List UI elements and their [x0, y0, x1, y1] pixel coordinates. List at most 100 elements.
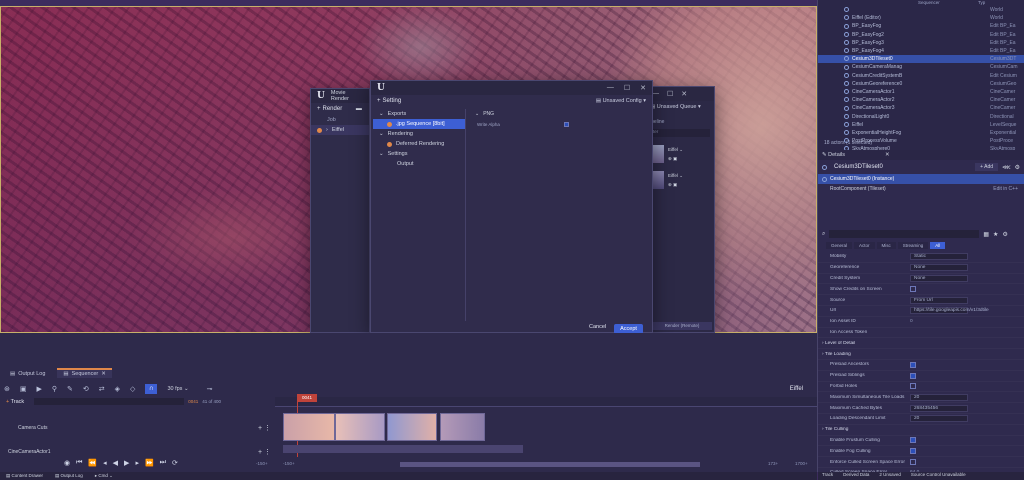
outliner-row[interactable]: World	[818, 6, 1024, 14]
job-expand-icon[interactable]: ›	[326, 127, 328, 133]
content-drawer-button[interactable]: ▤ Content Drawer	[6, 473, 43, 479]
details-property-row[interactable]: Source From Url	[818, 295, 1024, 306]
cinecamera-section[interactable]	[283, 445, 523, 453]
camera-clip-4[interactable]	[440, 413, 485, 441]
add-setting-button[interactable]: + Setting	[377, 98, 401, 104]
property-checkbox[interactable]	[910, 448, 916, 455]
details-property-row[interactable]: Enable Fog Culling	[818, 446, 1024, 457]
render-dropdown-icon[interactable]: ▬	[356, 106, 362, 112]
snap-toggle[interactable]: ∩	[145, 384, 158, 394]
tree-deferred-rendering[interactable]: Deferred Rendering	[373, 139, 465, 149]
outliner-row[interactable]: ExponentialHeightFog Exponential	[818, 129, 1024, 137]
details-property-row[interactable]: Forbid Holes	[818, 382, 1024, 393]
property-value-field[interactable]: From Url	[910, 296, 968, 304]
details-property-row[interactable]: Preload Siblings	[818, 371, 1024, 382]
tab-output-log[interactable]: ▤ Output Log	[4, 368, 51, 378]
property-value-field[interactable]: https://tile.googleapis.com/v1/3dtile	[910, 307, 989, 315]
details-search-input[interactable]	[829, 230, 980, 238]
filter-tab[interactable]: Streaming	[897, 242, 929, 249]
details-section-header[interactable]: › Tile Loading	[818, 349, 1024, 360]
render-remote-button[interactable]: Render (Remote)	[652, 322, 712, 330]
playback-options-icon[interactable]: ⟲	[83, 385, 89, 393]
property-value-field[interactable]: None	[910, 274, 968, 282]
outliner-row[interactable]: CesiumCameraManag CesiumCam	[818, 63, 1024, 71]
outliner-row[interactable]: BP_EasyFog Edit BP_Ea	[818, 22, 1024, 30]
output-log-button[interactable]: ▤ Output Log	[55, 473, 83, 479]
camera-clip-3[interactable]	[387, 413, 437, 441]
settings-window-controls[interactable]: — ☐ ✕	[607, 84, 646, 92]
outliner-row[interactable]: CesiumCreditSystemB Edit Cesium	[818, 72, 1024, 80]
details-property-row[interactable]: Maximum Cached Bytes 268435456	[818, 403, 1024, 414]
tree-output[interactable]: Output	[373, 159, 465, 169]
status-source-control[interactable]: Source Control Unavailable	[911, 472, 966, 480]
step-back-icon[interactable]: ◂	[103, 459, 107, 467]
details-section-header[interactable]: › Level of Detail	[818, 338, 1024, 349]
fps-dropdown[interactable]: 30 fps ⌄	[167, 386, 188, 392]
render-movie-icon[interactable]: ▶	[37, 385, 42, 393]
tree-exports[interactable]: ⌄ Exports	[373, 109, 465, 119]
outliner-row[interactable]: DirectionalLight0 Directional	[818, 112, 1024, 120]
play-reverse-icon[interactable]: ◀	[113, 459, 118, 467]
property-checkbox[interactable]	[910, 437, 916, 444]
auto-key-icon[interactable]: ◇	[130, 385, 135, 393]
details-tab[interactable]: ✎ Details ✕	[818, 150, 1024, 160]
outliner-row[interactable]: CineCameraActor3 CineCamer	[818, 104, 1024, 112]
filter-tab[interactable]: General	[826, 242, 853, 249]
go-to-end-icon[interactable]: ⏭	[160, 459, 166, 467]
add-camera-cut-icon[interactable]: + ⋮	[258, 424, 271, 432]
link-icon[interactable]: ⊸	[207, 385, 213, 393]
details-property-row[interactable]: Loading Descendant Limit 20	[818, 414, 1024, 425]
filter-icon[interactable]: ⚲	[52, 385, 57, 393]
track-cinecamera[interactable]: CineCameraActor1 + ⋮	[6, 445, 271, 459]
minimize-icon-2[interactable]: —	[607, 84, 614, 92]
camera-icon[interactable]: ▣	[20, 385, 27, 393]
details-section-header[interactable]: › Tile Culling	[818, 425, 1024, 436]
tree-jpg-sequence[interactable]: .jpg Sequence [8bit]	[373, 119, 465, 129]
queue-item-2[interactable]: Eiffel ⌄ ⊕ ▣	[646, 169, 714, 191]
filter-tab[interactable]: Actor	[854, 242, 875, 249]
details-property-row[interactable]: Mobility Static	[818, 252, 1024, 263]
details-property-row[interactable]: Url https://tile.googleapis.com/v1/3dtile	[818, 306, 1024, 317]
key-icon[interactable]: ✎	[67, 385, 73, 393]
outliner-row[interactable]: BP_EasyFog3 Edit BP_Ea	[818, 39, 1024, 47]
render-queue-window[interactable]: — ☐ ✕ ▤ Unsaved Queue ▾ ipeline iter Eif…	[645, 86, 715, 333]
job-row-eiffel[interactable]: › Eiffel	[311, 125, 369, 135]
status-unsaved[interactable]: 2 Unsaved	[879, 472, 901, 480]
track-search-input[interactable]	[34, 398, 185, 405]
outliner-row[interactable]: BP_EasyFog4 Edit BP_Ea	[818, 47, 1024, 55]
property-value-field[interactable]: Static	[910, 253, 968, 261]
camera-clip-1[interactable]	[283, 413, 335, 441]
settings-icon[interactable]: ⚙	[1015, 164, 1020, 171]
details-property-row[interactable]: Preload Ancestors	[818, 360, 1024, 371]
maximize-icon[interactable]: ☐	[667, 90, 673, 98]
current-frame-field[interactable]: 0041	[188, 399, 198, 404]
property-checkbox[interactable]	[910, 383, 916, 390]
edit-icon[interactable]: ⇄	[99, 385, 105, 393]
step-back-key-icon[interactable]: ⏪	[88, 459, 97, 467]
track-camera-cuts[interactable]: Camera Cuts + ⋮	[6, 421, 271, 435]
go-to-start-icon[interactable]: ⏮	[76, 459, 82, 467]
property-value-field[interactable]: 20	[910, 393, 968, 401]
blueprint-icon[interactable]: ⋘	[1002, 164, 1011, 171]
property-checkbox[interactable]	[910, 372, 916, 379]
property-value-field[interactable]: 20	[910, 415, 968, 423]
property-value-field[interactable]: None	[910, 264, 968, 272]
close-icon[interactable]: ✕	[681, 90, 687, 98]
status-derived-data[interactable]: Derived Data	[843, 472, 869, 480]
instance-row[interactable]: Cesium3DTileset0 (Instance)	[818, 174, 1024, 184]
add-component-button[interactable]: + Add	[975, 163, 999, 171]
unsaved-config-dropdown[interactable]: ▤ Unsaved Config ▾	[596, 98, 646, 104]
loop-icon[interactable]: ⟳	[172, 459, 178, 467]
outliner-row[interactable]: Eiffel LevelSeque	[818, 121, 1024, 129]
playhead-marker[interactable]: 0041	[297, 394, 317, 402]
tree-rendering[interactable]: ⌄ Rendering	[373, 129, 465, 139]
grid-view-icon[interactable]: ▦	[983, 231, 989, 238]
property-checkbox[interactable]	[910, 361, 916, 368]
camera-clip-2[interactable]	[335, 413, 385, 441]
property-checkbox[interactable]	[910, 286, 916, 293]
details-property-row[interactable]: Ion Access Token	[818, 328, 1024, 339]
movie-render-settings-window[interactable]: U — ☐ ✕ + Setting ▤ Unsaved Config ▾ ⌄ E…	[370, 80, 653, 334]
details-property-row[interactable]: Enable Frustum Culling	[818, 436, 1024, 447]
cmd-dropdown[interactable]: ▸ Cmd ⌄	[95, 473, 113, 479]
details-settings-icon[interactable]: ⚙	[1002, 231, 1007, 238]
